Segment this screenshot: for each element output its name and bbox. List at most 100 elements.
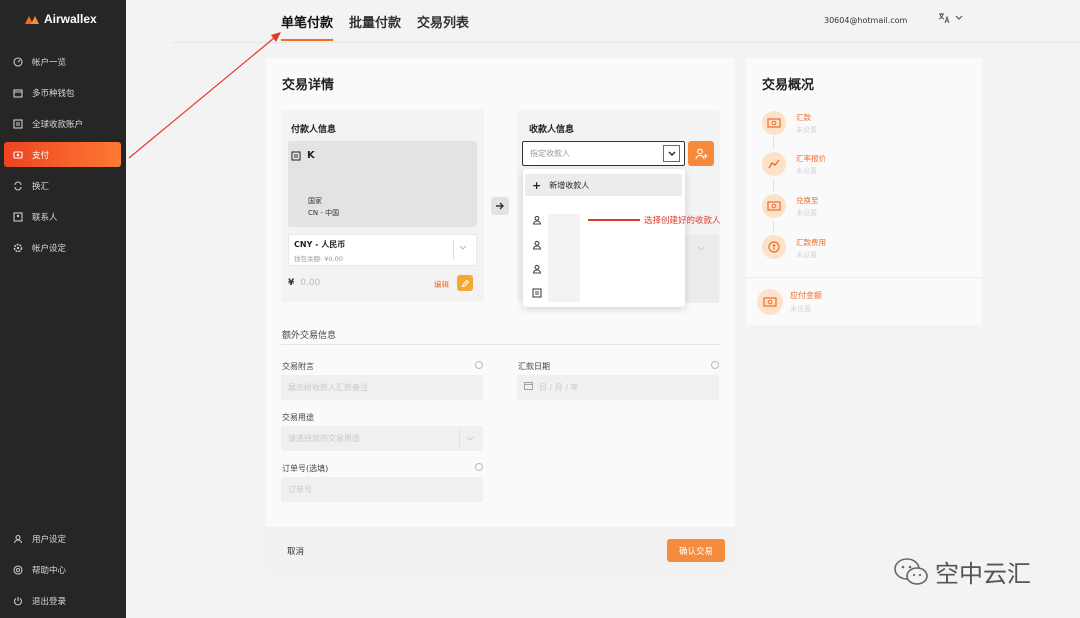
- chevron-down-icon[interactable]: [459, 244, 467, 253]
- transaction-overview-card: [746, 58, 982, 325]
- overview-item-label: 汇款费用: [796, 238, 826, 247]
- chevron-down-icon[interactable]: [466, 435, 474, 445]
- sidebar-item-label: 全球收款账户: [32, 119, 84, 130]
- card-footer: [266, 527, 735, 574]
- settings-icon: [12, 242, 23, 253]
- sidebar-item-overview[interactable]: 帐户一览: [4, 49, 121, 74]
- country-value: CN - 中国: [308, 209, 340, 217]
- airwallex-logo-icon: [25, 15, 39, 24]
- payable-amount-value: 未设置: [790, 305, 811, 313]
- tab-batch-payment[interactable]: 批量付款: [349, 12, 401, 41]
- order-label: 订单号(选填): [282, 464, 329, 473]
- sidebar-item-label: 帐户一览: [32, 57, 67, 68]
- transfer-arrow: [491, 197, 509, 215]
- annotation-line: [588, 219, 640, 221]
- language-switcher[interactable]: [938, 12, 963, 24]
- exchange-icon: [12, 180, 23, 191]
- sidebar-item-label: 换汇: [32, 181, 50, 192]
- cancel-button[interactable]: 取消: [287, 545, 304, 557]
- confirm-transaction-button[interactable]: 确认交易: [667, 539, 725, 562]
- overview-item-value: 未设置: [796, 209, 817, 217]
- overview-item-value: 未设置: [796, 167, 817, 175]
- chevron-down-icon: [697, 245, 705, 254]
- sidebar: Airwallex 帐户一览 多币种钱包 全球收款账户 支付 换汇 联系人 帐户…: [0, 0, 126, 618]
- logo[interactable]: Airwallex: [24, 12, 97, 26]
- sidebar-item-user-settings[interactable]: 用户设定: [4, 526, 121, 551]
- header-divider: [172, 42, 1080, 43]
- overview-divider: [746, 277, 982, 278]
- overview-connector: [773, 137, 774, 149]
- plus-icon: +: [532, 178, 542, 192]
- sidebar-item-payment[interactable]: 支付: [4, 142, 121, 167]
- sidebar-item-global-accounts[interactable]: 全球收款账户: [4, 111, 121, 136]
- amount-value: 0.00: [300, 278, 321, 288]
- payee-option-person-icon[interactable]: [531, 263, 543, 275]
- date-placeholder: 日 / 月 / 年: [539, 383, 579, 392]
- dashboard-icon: [12, 56, 23, 67]
- overview-item-label: 汇款: [796, 113, 811, 122]
- logout-icon: [12, 595, 23, 606]
- translate-icon: [938, 13, 950, 24]
- help-icon: [12, 564, 23, 575]
- add-payee-button[interactable]: [688, 141, 714, 166]
- chevron-down-icon: [668, 151, 675, 156]
- info-icon: [711, 361, 719, 369]
- sidebar-item-exchange[interactable]: 换汇: [4, 173, 121, 198]
- user-email[interactable]: 30604@hotmail.com: [824, 16, 907, 25]
- overview-item-value: 未设置: [796, 126, 817, 134]
- sidebar-item-label: 用户设定: [32, 534, 67, 545]
- extra-info-divider: [281, 344, 721, 345]
- payer-name-text: K: [307, 150, 315, 161]
- sidebar-item-help[interactable]: 帮助中心: [4, 557, 121, 582]
- sidebar-item-label: 多币种钱包: [32, 88, 75, 99]
- wallet-balance: 钱包余额: ¥0.00: [294, 255, 343, 263]
- contacts-icon: [12, 211, 23, 222]
- money-icon: [762, 194, 786, 218]
- money-icon: [762, 111, 786, 135]
- overview-item-value: 未设置: [796, 251, 817, 259]
- watermark-text: 空中云汇: [935, 560, 1031, 588]
- country-label: 国家: [308, 197, 322, 205]
- tab-single-payment[interactable]: 单笔付款: [281, 12, 334, 41]
- payee-names-blurred: [548, 214, 580, 302]
- sidebar-item-label: 退出登录: [32, 596, 67, 607]
- sidebar-item-account-settings[interactable]: 帐户设定: [4, 235, 121, 260]
- new-payee-label: 新增收款人: [549, 180, 590, 190]
- arrow-right-icon: [496, 202, 504, 210]
- top-tabs: 单笔付款 批量付款 交易列表: [281, 12, 469, 41]
- currency-name: CNY - 人民币: [294, 240, 346, 249]
- edit-amount-link[interactable]: 编辑: [434, 279, 449, 290]
- tab-transaction-list[interactable]: 交易列表: [417, 12, 469, 41]
- extra-info-title: 额外交易信息: [282, 331, 337, 341]
- payee-dropdown-toggle[interactable]: [663, 145, 680, 162]
- payee-option-person-icon[interactable]: [531, 214, 543, 226]
- remark-placeholder: 展示给收款人汇款备注: [288, 383, 368, 392]
- sidebar-item-wallet[interactable]: 多币种钱包: [4, 80, 121, 105]
- watermark: 空中云汇: [893, 554, 1031, 589]
- logo-text: Airwallex: [44, 12, 97, 26]
- page-title: 交易详情: [282, 78, 335, 93]
- info-icon: [475, 463, 483, 471]
- purpose-divider: [459, 430, 460, 447]
- payee-placeholder: 指定收款人: [530, 149, 570, 158]
- edit-button[interactable]: [457, 275, 473, 291]
- money-icon: [757, 289, 783, 315]
- trend-icon: [762, 152, 786, 176]
- sidebar-item-logout[interactable]: 退出登录: [4, 588, 121, 613]
- user-icon: [12, 533, 23, 544]
- payer-name: K: [291, 150, 315, 161]
- chevron-down-icon: [955, 15, 963, 20]
- amount-display[interactable]: ¥0.00: [288, 278, 320, 288]
- payee-option-company-icon[interactable]: [531, 287, 543, 299]
- payee-option-person-icon[interactable]: [531, 239, 543, 251]
- new-payee-option[interactable]: + 新增收款人: [525, 174, 682, 196]
- bank-icon: [12, 118, 23, 129]
- currency-symbol: ¥: [288, 278, 295, 288]
- purpose-label: 交易用途: [282, 413, 314, 422]
- sidebar-item-label: 帐户设定: [32, 243, 67, 254]
- wallet-icon: [12, 87, 23, 98]
- payee-section-label: 收款人信息: [529, 125, 575, 135]
- sidebar-item-contacts[interactable]: 联系人: [4, 204, 121, 229]
- company-icon: [291, 150, 301, 161]
- pencil-icon: [461, 279, 469, 287]
